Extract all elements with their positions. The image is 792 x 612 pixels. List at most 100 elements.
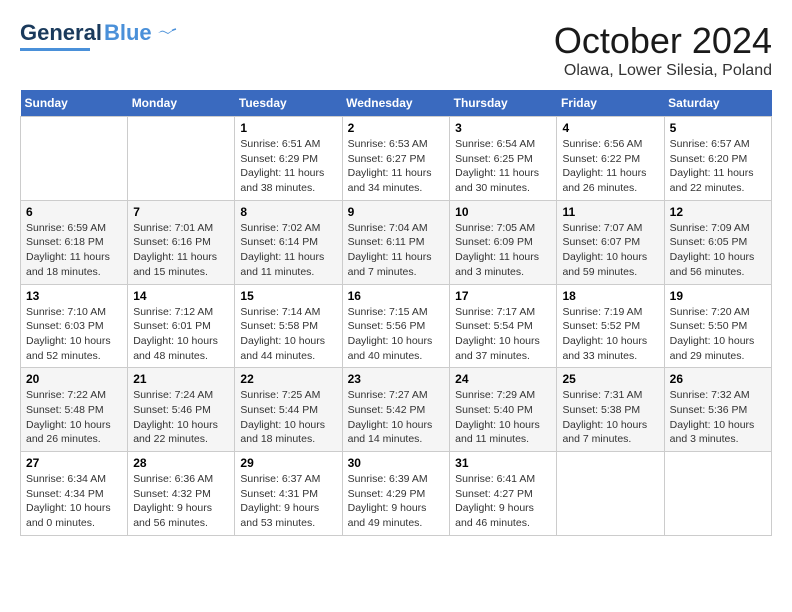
calendar-cell: 4 Sunrise: 6:56 AM Sunset: 6:22 PM Daylig… xyxy=(557,117,664,201)
day-info: Sunrise: 7:04 AM Sunset: 6:11 PM Dayligh… xyxy=(348,221,445,280)
day-number: 4 xyxy=(562,121,658,135)
title-block: October 2024 Olawa, Lower Silesia, Polan… xyxy=(554,20,772,80)
day-info: Sunrise: 6:53 AM Sunset: 6:27 PM Dayligh… xyxy=(348,137,445,196)
day-info: Sunrise: 6:39 AM Sunset: 4:29 PM Dayligh… xyxy=(348,472,445,531)
day-number: 18 xyxy=(562,289,658,303)
day-number: 3 xyxy=(455,121,551,135)
day-number: 15 xyxy=(240,289,336,303)
calendar-cell xyxy=(128,117,235,201)
calendar-cell: 2 Sunrise: 6:53 AM Sunset: 6:27 PM Daylig… xyxy=(342,117,450,201)
day-info: Sunrise: 7:02 AM Sunset: 6:14 PM Dayligh… xyxy=(240,221,336,280)
day-info: Sunrise: 7:22 AM Sunset: 5:48 PM Dayligh… xyxy=(26,388,122,447)
day-info: Sunrise: 6:37 AM Sunset: 4:31 PM Dayligh… xyxy=(240,472,336,531)
day-info: Sunrise: 7:19 AM Sunset: 5:52 PM Dayligh… xyxy=(562,305,658,364)
day-info: Sunrise: 6:57 AM Sunset: 6:20 PM Dayligh… xyxy=(670,137,766,196)
calendar-cell: 24Sunrise: 7:29 AM Sunset: 5:40 PM Dayli… xyxy=(450,368,557,452)
week-row-1: 1 Sunrise: 6:51 AM Sunset: 6:29 PM Daylig… xyxy=(21,117,772,201)
day-number: 8 xyxy=(240,205,336,219)
day-number: 30 xyxy=(348,456,445,470)
day-number: 25 xyxy=(562,372,658,386)
weekday-header-sunday: Sunday xyxy=(21,90,128,117)
day-number: 5 xyxy=(670,121,766,135)
calendar-cell: 20 Sunrise: 7:22 AM Sunset: 5:48 PM Dayli… xyxy=(21,368,128,452)
weekday-header-friday: Friday xyxy=(557,90,664,117)
day-number: 29 xyxy=(240,456,336,470)
weekday-header-tuesday: Tuesday xyxy=(235,90,342,117)
week-row-3: 13 Sunrise: 7:10 AM Sunset: 6:03 PM Dayli… xyxy=(21,284,772,368)
weekday-header-row: SundayMondayTuesdayWednesdayThursdayFrid… xyxy=(21,90,772,117)
day-number: 12 xyxy=(670,205,766,219)
calendar-cell: 26 Sunrise: 7:32 AM Sunset: 5:36 PM Dayli… xyxy=(664,368,771,452)
day-number: 13 xyxy=(26,289,122,303)
calendar-cell: 1 Sunrise: 6:51 AM Sunset: 6:29 PM Daylig… xyxy=(235,117,342,201)
day-number: 7 xyxy=(133,205,229,219)
day-info: Sunrise: 7:10 AM Sunset: 6:03 PM Dayligh… xyxy=(26,305,122,364)
calendar-cell: 9 Sunrise: 7:04 AM Sunset: 6:11 PM Daylig… xyxy=(342,200,450,284)
day-number: 20 xyxy=(26,372,122,386)
calendar-cell: 21 Sunrise: 7:24 AM Sunset: 5:46 PM Dayli… xyxy=(128,368,235,452)
day-info: Sunrise: 6:34 AM Sunset: 4:34 PM Dayligh… xyxy=(26,472,122,531)
calendar-cell: 6Sunrise: 6:59 AM Sunset: 6:18 PM Daylig… xyxy=(21,200,128,284)
day-info: Sunrise: 7:01 AM Sunset: 6:16 PM Dayligh… xyxy=(133,221,229,280)
day-info: Sunrise: 6:41 AM Sunset: 4:27 PM Dayligh… xyxy=(455,472,551,531)
day-number: 19 xyxy=(670,289,766,303)
day-number: 27 xyxy=(26,456,122,470)
day-info: Sunrise: 7:05 AM Sunset: 6:09 PM Dayligh… xyxy=(455,221,551,280)
day-info: Sunrise: 6:36 AM Sunset: 4:32 PM Dayligh… xyxy=(133,472,229,531)
calendar-cell: 13 Sunrise: 7:10 AM Sunset: 6:03 PM Dayli… xyxy=(21,284,128,368)
week-row-4: 20 Sunrise: 7:22 AM Sunset: 5:48 PM Dayli… xyxy=(21,368,772,452)
month-title: October 2024 xyxy=(554,20,772,62)
calendar-cell xyxy=(557,452,664,536)
logo-general: General xyxy=(20,20,102,46)
calendar-cell: 7 Sunrise: 7:01 AM Sunset: 6:16 PM Daylig… xyxy=(128,200,235,284)
day-number: 11 xyxy=(562,205,658,219)
week-row-2: 6Sunrise: 6:59 AM Sunset: 6:18 PM Daylig… xyxy=(21,200,772,284)
calendar-cell: 15 Sunrise: 7:14 AM Sunset: 5:58 PM Dayli… xyxy=(235,284,342,368)
calendar-cell xyxy=(21,117,128,201)
calendar-cell: 19 Sunrise: 7:20 AM Sunset: 5:50 PM Dayli… xyxy=(664,284,771,368)
day-number: 21 xyxy=(133,372,229,386)
calendar-cell: 30 Sunrise: 6:39 AM Sunset: 4:29 PM Dayli… xyxy=(342,452,450,536)
logo-bird-icon xyxy=(156,21,180,45)
calendar-cell: 11 Sunrise: 7:07 AM Sunset: 6:07 PM Dayli… xyxy=(557,200,664,284)
day-info: Sunrise: 7:29 AM Sunset: 5:40 PM Dayligh… xyxy=(455,388,551,447)
day-info: Sunrise: 7:24 AM Sunset: 5:46 PM Dayligh… xyxy=(133,388,229,447)
day-number: 17 xyxy=(455,289,551,303)
day-info: Sunrise: 7:20 AM Sunset: 5:50 PM Dayligh… xyxy=(670,305,766,364)
calendar-cell: 3Sunrise: 6:54 AM Sunset: 6:25 PM Daylig… xyxy=(450,117,557,201)
day-info: Sunrise: 7:07 AM Sunset: 6:07 PM Dayligh… xyxy=(562,221,658,280)
day-info: Sunrise: 7:17 AM Sunset: 5:54 PM Dayligh… xyxy=(455,305,551,364)
weekday-header-monday: Monday xyxy=(128,90,235,117)
day-number: 14 xyxy=(133,289,229,303)
calendar-cell: 8 Sunrise: 7:02 AM Sunset: 6:14 PM Daylig… xyxy=(235,200,342,284)
calendar-table: SundayMondayTuesdayWednesdayThursdayFrid… xyxy=(20,90,772,536)
calendar-cell: 18 Sunrise: 7:19 AM Sunset: 5:52 PM Dayli… xyxy=(557,284,664,368)
weekday-header-wednesday: Wednesday xyxy=(342,90,450,117)
calendar-cell: 16 Sunrise: 7:15 AM Sunset: 5:56 PM Dayli… xyxy=(342,284,450,368)
day-info: Sunrise: 7:25 AM Sunset: 5:44 PM Dayligh… xyxy=(240,388,336,447)
calendar-cell: 17 Sunrise: 7:17 AM Sunset: 5:54 PM Dayli… xyxy=(450,284,557,368)
day-number: 2 xyxy=(348,121,445,135)
day-number: 9 xyxy=(348,205,445,219)
day-info: Sunrise: 7:09 AM Sunset: 6:05 PM Dayligh… xyxy=(670,221,766,280)
calendar-cell xyxy=(664,452,771,536)
calendar-cell: 29 Sunrise: 6:37 AM Sunset: 4:31 PM Dayli… xyxy=(235,452,342,536)
calendar-cell: 14 Sunrise: 7:12 AM Sunset: 6:01 PM Dayli… xyxy=(128,284,235,368)
day-number: 10 xyxy=(455,205,551,219)
day-info: Sunrise: 6:56 AM Sunset: 6:22 PM Dayligh… xyxy=(562,137,658,196)
day-number: 22 xyxy=(240,372,336,386)
day-number: 1 xyxy=(240,121,336,135)
day-info: Sunrise: 7:15 AM Sunset: 5:56 PM Dayligh… xyxy=(348,305,445,364)
logo-blue: Blue xyxy=(104,20,152,46)
calendar-cell: 10 Sunrise: 7:05 AM Sunset: 6:09 PM Dayli… xyxy=(450,200,557,284)
logo: General Blue xyxy=(20,20,180,51)
day-number: 26 xyxy=(670,372,766,386)
day-info: Sunrise: 7:14 AM Sunset: 5:58 PM Dayligh… xyxy=(240,305,336,364)
day-info: Sunrise: 7:32 AM Sunset: 5:36 PM Dayligh… xyxy=(670,388,766,447)
day-number: 31 xyxy=(455,456,551,470)
day-number: 16 xyxy=(348,289,445,303)
day-info: Sunrise: 7:12 AM Sunset: 6:01 PM Dayligh… xyxy=(133,305,229,364)
day-number: 23 xyxy=(348,372,445,386)
day-info: Sunrise: 7:31 AM Sunset: 5:38 PM Dayligh… xyxy=(562,388,658,447)
day-info: Sunrise: 6:51 AM Sunset: 6:29 PM Dayligh… xyxy=(240,137,336,196)
